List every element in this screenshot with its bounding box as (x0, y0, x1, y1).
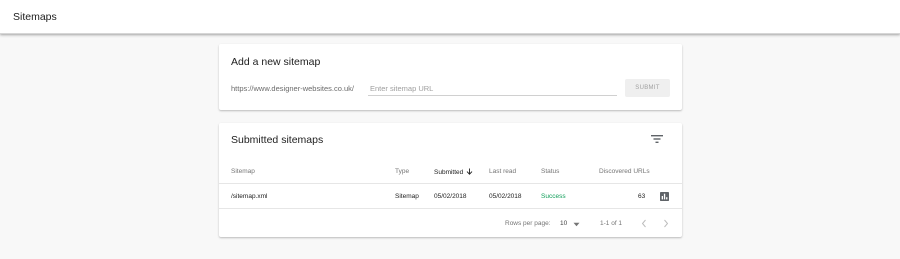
column-header-type[interactable]: Type (395, 168, 409, 175)
url-prefix: https://www.designer-websites.co.uk/ (231, 84, 354, 93)
add-sitemap-card: Add a new sitemap https://www.designer-w… (219, 44, 682, 110)
cell-submitted: 05/02/2018 (434, 193, 467, 200)
submitted-sitemaps-card: Submitted sitemaps Sitemap Type Submitte… (219, 123, 682, 237)
top-bar: Sitemaps (0, 0, 900, 34)
cell-sitemap: /sitemap.xml (231, 193, 268, 200)
column-header-last-read[interactable]: Last read (489, 168, 516, 175)
column-header-submitted-label: Submitted (434, 169, 464, 176)
submitted-sitemaps-title: Submitted sitemaps (231, 134, 324, 146)
chevron-down-icon[interactable] (573, 222, 580, 227)
page-title: Sitemaps (13, 11, 57, 23)
column-header-status[interactable]: Status (541, 168, 559, 175)
column-header-sitemap[interactable]: Sitemap (231, 168, 255, 175)
bar-chart-icon[interactable] (660, 192, 669, 201)
chevron-right-icon[interactable] (662, 219, 670, 228)
arrow-down-icon (466, 168, 473, 175)
rows-per-page-label: Rows per page: (505, 220, 551, 227)
pagination-range: 1-1 of 1 (600, 220, 623, 227)
cell-discovered-urls: 63 (638, 193, 646, 200)
rows-per-page-select[interactable]: 10 (560, 220, 567, 227)
cell-last-read: 05/02/2018 (489, 193, 522, 200)
submit-button[interactable]: SUBMIT (625, 79, 670, 97)
cell-status: Success (541, 193, 566, 200)
filter-list-icon[interactable] (651, 134, 663, 144)
column-header-discovered-urls[interactable]: Discovered URLs (599, 168, 650, 175)
row-divider (219, 208, 682, 209)
cell-type: Sitemap (395, 193, 419, 200)
add-sitemap-title: Add a new sitemap (231, 56, 321, 68)
sitemap-url-input[interactable] (368, 81, 617, 96)
chevron-left-icon[interactable] (640, 219, 648, 228)
column-header-submitted[interactable]: Submitted (434, 168, 473, 176)
header-divider (219, 183, 682, 184)
